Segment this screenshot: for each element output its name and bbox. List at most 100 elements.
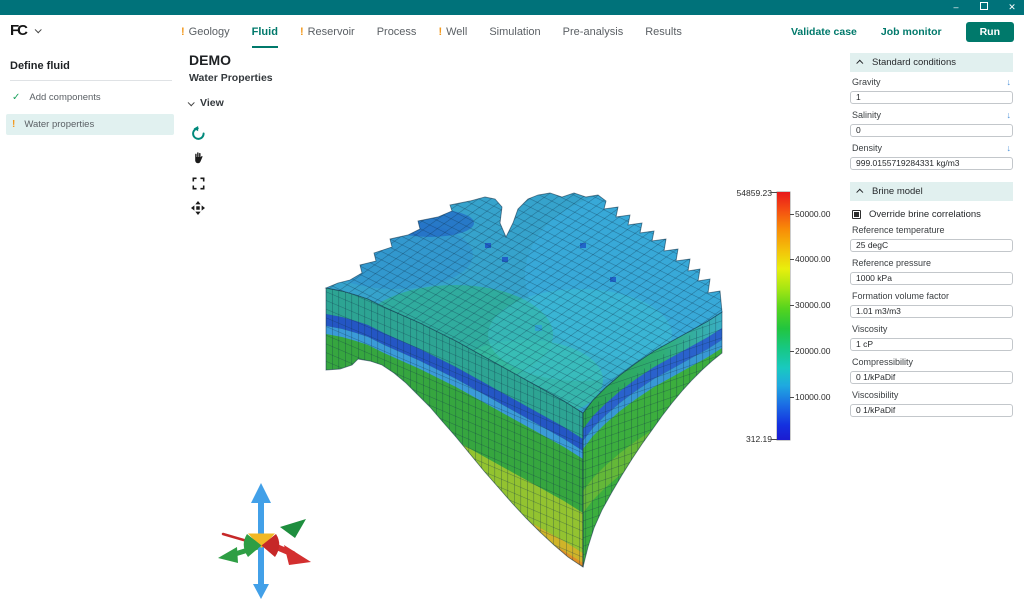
header-actions: Validate case Job monitor Run — [791, 15, 1014, 48]
colorbar-tick — [790, 259, 794, 260]
maximize-icon[interactable] — [978, 0, 990, 15]
tab-label: Results — [645, 26, 682, 38]
field-reference-temperature: Reference temperature — [850, 225, 1013, 253]
compressibility-input[interactable] — [850, 371, 1013, 384]
field-density: Density ↓ — [850, 143, 1013, 171]
orientation-gizmo-axes[interactable] — [213, 478, 323, 600]
field-label: Reference temperature — [852, 225, 945, 235]
field-reference-pressure: Reference pressure — [850, 258, 1013, 286]
viscosibility-input[interactable] — [850, 404, 1013, 417]
chevron-up-icon — [856, 189, 863, 196]
colorbar-tick-label: 20000.00 — [795, 346, 830, 356]
field-label: Salinity — [852, 110, 881, 120]
field-compressibility: Compressibility — [850, 357, 1013, 385]
salinity-input[interactable] — [850, 124, 1013, 137]
rotate-reset-icon[interactable] — [190, 125, 206, 141]
gravity-input[interactable] — [850, 91, 1013, 104]
colorbar-tick-label: 40000.00 — [795, 254, 830, 264]
colorbar-tick — [790, 214, 794, 215]
field-formation-volume-factor: Formation volume factor — [850, 291, 1013, 319]
tab-pre-analysis[interactable]: Pre-analysis — [563, 15, 624, 48]
sidebar-item-label: Add components — [29, 92, 100, 103]
tab-label: Pre-analysis — [563, 26, 624, 38]
tab-label: Process — [377, 26, 417, 38]
unit-convert-icon[interactable]: ↓ — [1007, 144, 1012, 153]
density-input[interactable] — [850, 157, 1013, 170]
field-salinity: Salinity ↓ — [850, 110, 1013, 138]
colorbar-tick — [790, 397, 794, 398]
checkbox-label: Override brine correlations — [869, 209, 981, 220]
colorbar — [777, 192, 790, 440]
colorbar-tick — [790, 305, 794, 306]
sidebar-item-water-properties[interactable]: ! Water properties — [6, 114, 174, 135]
formation-volume-factor-input[interactable] — [850, 305, 1013, 318]
section-title: Standard conditions — [872, 57, 956, 68]
field-label: Compressibility — [852, 357, 913, 367]
validate-case-link[interactable]: Validate case — [791, 26, 857, 38]
job-monitor-link[interactable]: Job monitor — [881, 26, 942, 38]
minimize-icon[interactable]: – — [950, 0, 962, 15]
app-logo[interactable]: FC — [10, 22, 40, 39]
checkbox-checked-icon — [852, 210, 861, 219]
tab-label: Well — [446, 26, 467, 38]
view-expander[interactable]: View — [188, 97, 224, 109]
reservoir-3d-model[interactable] — [280, 185, 780, 585]
run-button[interactable]: Run — [966, 22, 1014, 42]
view-toolbar — [190, 125, 206, 216]
field-label: Density — [852, 143, 882, 153]
tab-reservoir[interactable]: ! Reservoir — [300, 15, 355, 48]
tab-geology[interactable]: ! Geology — [181, 15, 230, 48]
check-icon: ✓ — [12, 92, 20, 103]
field-label: Formation volume factor — [852, 291, 949, 301]
chevron-down-icon — [188, 99, 195, 106]
unit-convert-icon[interactable]: ↓ — [1007, 111, 1012, 120]
warning-icon: ! — [300, 26, 304, 38]
reference-pressure-input[interactable] — [850, 272, 1013, 285]
close-icon[interactable]: ✕ — [1006, 0, 1018, 15]
tab-well[interactable]: ! Well — [438, 15, 467, 48]
colorbar-tick — [771, 439, 777, 440]
chevron-up-icon — [856, 60, 863, 67]
section-title: Brine model — [872, 186, 923, 197]
warning-icon: ! — [438, 26, 442, 38]
pan-hand-icon[interactable] — [190, 150, 206, 166]
tab-results[interactable]: Results — [645, 15, 682, 48]
logo-chevron-down-icon[interactable] — [35, 26, 42, 33]
colorbar-tick-label: 10000.00 — [795, 392, 830, 402]
tab-label: Geology — [189, 26, 230, 38]
view-label: View — [200, 97, 224, 109]
section-standard-conditions[interactable]: Standard conditions — [850, 53, 1013, 72]
colorbar-tick — [771, 192, 777, 193]
tab-fluid[interactable]: Fluid — [252, 15, 278, 48]
page-title: Water Properties — [189, 72, 273, 84]
field-label: Gravity — [852, 77, 881, 87]
colorbar-tick-label: 50000.00 — [795, 209, 830, 219]
fit-view-icon[interactable] — [190, 200, 206, 216]
section-brine-model[interactable]: Brine model — [850, 182, 1013, 201]
colorbar-tick-label: 30000.00 — [795, 300, 830, 310]
main-tabs: ! Geology Fluid ! Reservoir Process ! We… — [181, 15, 682, 48]
reference-temperature-input[interactable] — [850, 239, 1013, 252]
field-label: Reference pressure — [852, 258, 931, 268]
header: FC ! Geology Fluid ! Reservoir Process !… — [0, 15, 1024, 48]
warning-icon: ! — [12, 119, 15, 130]
field-label: Viscosibility — [852, 390, 898, 400]
viscosity-input[interactable] — [850, 338, 1013, 351]
override-brine-correlations-checkbox[interactable]: Override brine correlations — [852, 209, 1011, 220]
tab-label: Reservoir — [308, 26, 355, 38]
unit-convert-icon[interactable]: ↓ — [1007, 78, 1012, 87]
app-window: – ✕ FC ! Geology Fluid ! Reservoir Proce… — [0, 0, 1024, 600]
tab-process[interactable]: Process — [377, 15, 417, 48]
field-viscosibility: Viscosibility — [850, 390, 1013, 418]
field-gravity: Gravity ↓ — [850, 77, 1013, 105]
field-viscosity: Viscosity — [850, 324, 1013, 352]
project-title: DEMO — [189, 52, 231, 68]
sidebar: Define fluid ✓ Add components ! Water pr… — [0, 48, 180, 600]
properties-panel: Standard conditions Gravity ↓ Salinity ↓… — [850, 48, 1013, 418]
fullscreen-icon[interactable] — [190, 175, 206, 191]
colorbar-max-label: 54859.23 — [726, 188, 772, 198]
field-label: Viscosity — [852, 324, 887, 334]
tab-label: Simulation — [489, 26, 540, 38]
tab-simulation[interactable]: Simulation — [489, 15, 540, 48]
sidebar-item-add-components[interactable]: ✓ Add components — [6, 87, 174, 108]
